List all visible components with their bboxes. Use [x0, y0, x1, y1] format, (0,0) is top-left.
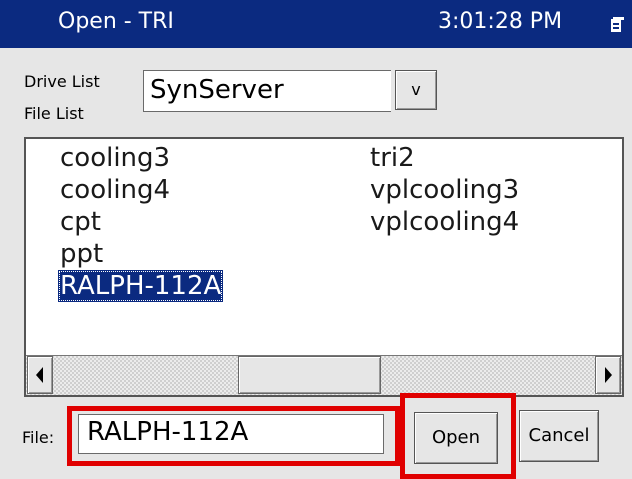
file-label: File: — [22, 428, 55, 447]
file-item[interactable]: vplcooling3 — [368, 174, 521, 206]
file-list-column-1: cooling3 cooling4 cpt ppt RALPH-112A — [58, 142, 224, 302]
file-item-selected[interactable]: RALPH-112A — [58, 270, 224, 302]
file-item[interactable]: cooling3 — [58, 142, 223, 174]
scroll-thumb[interactable] — [238, 356, 381, 394]
file-list-label: File List — [24, 104, 84, 123]
scroll-left-button[interactable] — [27, 356, 53, 394]
dropdown-button[interactable]: v — [395, 70, 437, 110]
file-item[interactable]: cooling4 — [58, 174, 223, 206]
scroll-right-button[interactable] — [595, 356, 621, 394]
file-name-input[interactable]: RALPH-112A — [78, 414, 384, 454]
window-title: Open - TRI — [58, 9, 174, 34]
open-button[interactable]: Open — [414, 412, 498, 464]
window-menu-icon[interactable] — [611, 17, 624, 33]
file-item[interactable]: tri2 — [368, 142, 521, 174]
drive-list-label: Drive List — [24, 72, 100, 91]
arrow-left-icon — [36, 367, 43, 383]
arrow-right-icon — [605, 367, 612, 383]
file-item[interactable]: ppt — [58, 238, 223, 270]
drive-select[interactable]: SynServer — [143, 70, 391, 112]
cancel-button[interactable]: Cancel — [519, 410, 599, 462]
clock: 3:01:28 PM — [438, 9, 563, 34]
file-list-column-2: tri2 vplcooling3 vplcooling4 — [368, 142, 521, 238]
file-item[interactable]: vplcooling4 — [368, 206, 521, 238]
file-item[interactable]: cpt — [58, 206, 223, 238]
